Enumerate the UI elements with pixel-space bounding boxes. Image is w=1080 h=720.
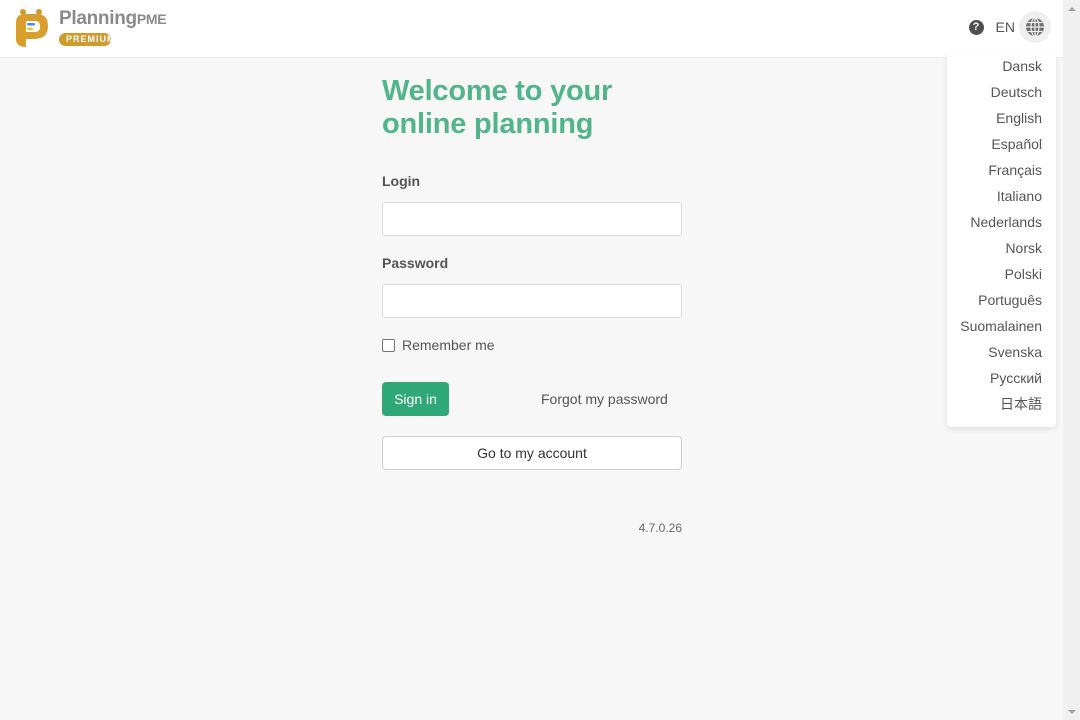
page-title: Welcome to your online planning — [382, 75, 613, 140]
language-option-francais[interactable]: Français — [947, 157, 1056, 183]
globe-icon — [1026, 17, 1044, 37]
logo-mark-icon — [12, 7, 52, 49]
scroll-up-button[interactable] — [1063, 0, 1080, 17]
language-option-espanol[interactable]: Español — [947, 131, 1056, 157]
language-option-portugues[interactable]: Português — [947, 287, 1056, 313]
question-circle-icon[interactable]: ? — [968, 19, 984, 35]
planningpme-logo[interactable]: PlanningPME PREMIUM — [12, 6, 172, 50]
language-option-nederlands[interactable]: Nederlands — [947, 209, 1056, 235]
language-option-svenska[interactable]: Svenska — [947, 339, 1056, 365]
language-option-polski[interactable]: Polski — [947, 261, 1056, 287]
language-option-dansk[interactable]: Dansk — [947, 53, 1056, 79]
language-option-italiano[interactable]: Italiano — [947, 183, 1056, 209]
forgot-password-link[interactable]: Forgot my password — [541, 391, 668, 407]
top-header: PlanningPME PREMIUM ? EN — [0, 0, 1063, 58]
language-option-suomalainen[interactable]: Suomalainen — [947, 313, 1056, 339]
language-option-english[interactable]: English — [947, 105, 1056, 131]
login-form: Welcome to your online planning Login Pa… — [382, 75, 682, 535]
language-option-russian[interactable]: Русский — [947, 365, 1056, 391]
remember-me-row: Remember me — [382, 337, 495, 353]
scroll-down-button[interactable] — [1063, 703, 1080, 720]
vertical-scrollbar[interactable] — [1063, 0, 1080, 720]
arrow-up-icon — [1067, 6, 1076, 11]
remember-me-checkbox[interactable] — [382, 338, 395, 352]
brand-name: PlanningPME — [59, 8, 167, 29]
arrow-down-icon — [1067, 709, 1076, 714]
language-option-deutsch[interactable]: Deutsch — [947, 79, 1056, 105]
remember-me-label[interactable]: Remember me — [402, 337, 495, 353]
header-actions: ? EN — [968, 10, 1051, 44]
language-option-norsk[interactable]: Norsk — [947, 235, 1056, 261]
go-to-account-button[interactable]: Go to my account — [382, 436, 682, 470]
password-input[interactable] — [382, 284, 682, 318]
language-menu: Dansk Deutsch English Español Français I… — [947, 52, 1056, 427]
sign-in-button[interactable]: Sign in — [382, 382, 449, 416]
login-label: Login — [382, 173, 421, 189]
premium-badge: PREMIUM — [59, 33, 115, 46]
password-label: Password — [382, 255, 449, 271]
language-option-japanese[interactable]: 日本語 — [947, 391, 1056, 417]
current-language[interactable]: EN — [996, 19, 1015, 35]
version-label: 4.7.0.26 — [638, 521, 682, 535]
login-input[interactable] — [382, 202, 682, 236]
login-page: PlanningPME PREMIUM ? EN Welcome to your… — [0, 0, 1063, 720]
language-button[interactable] — [1019, 11, 1051, 43]
